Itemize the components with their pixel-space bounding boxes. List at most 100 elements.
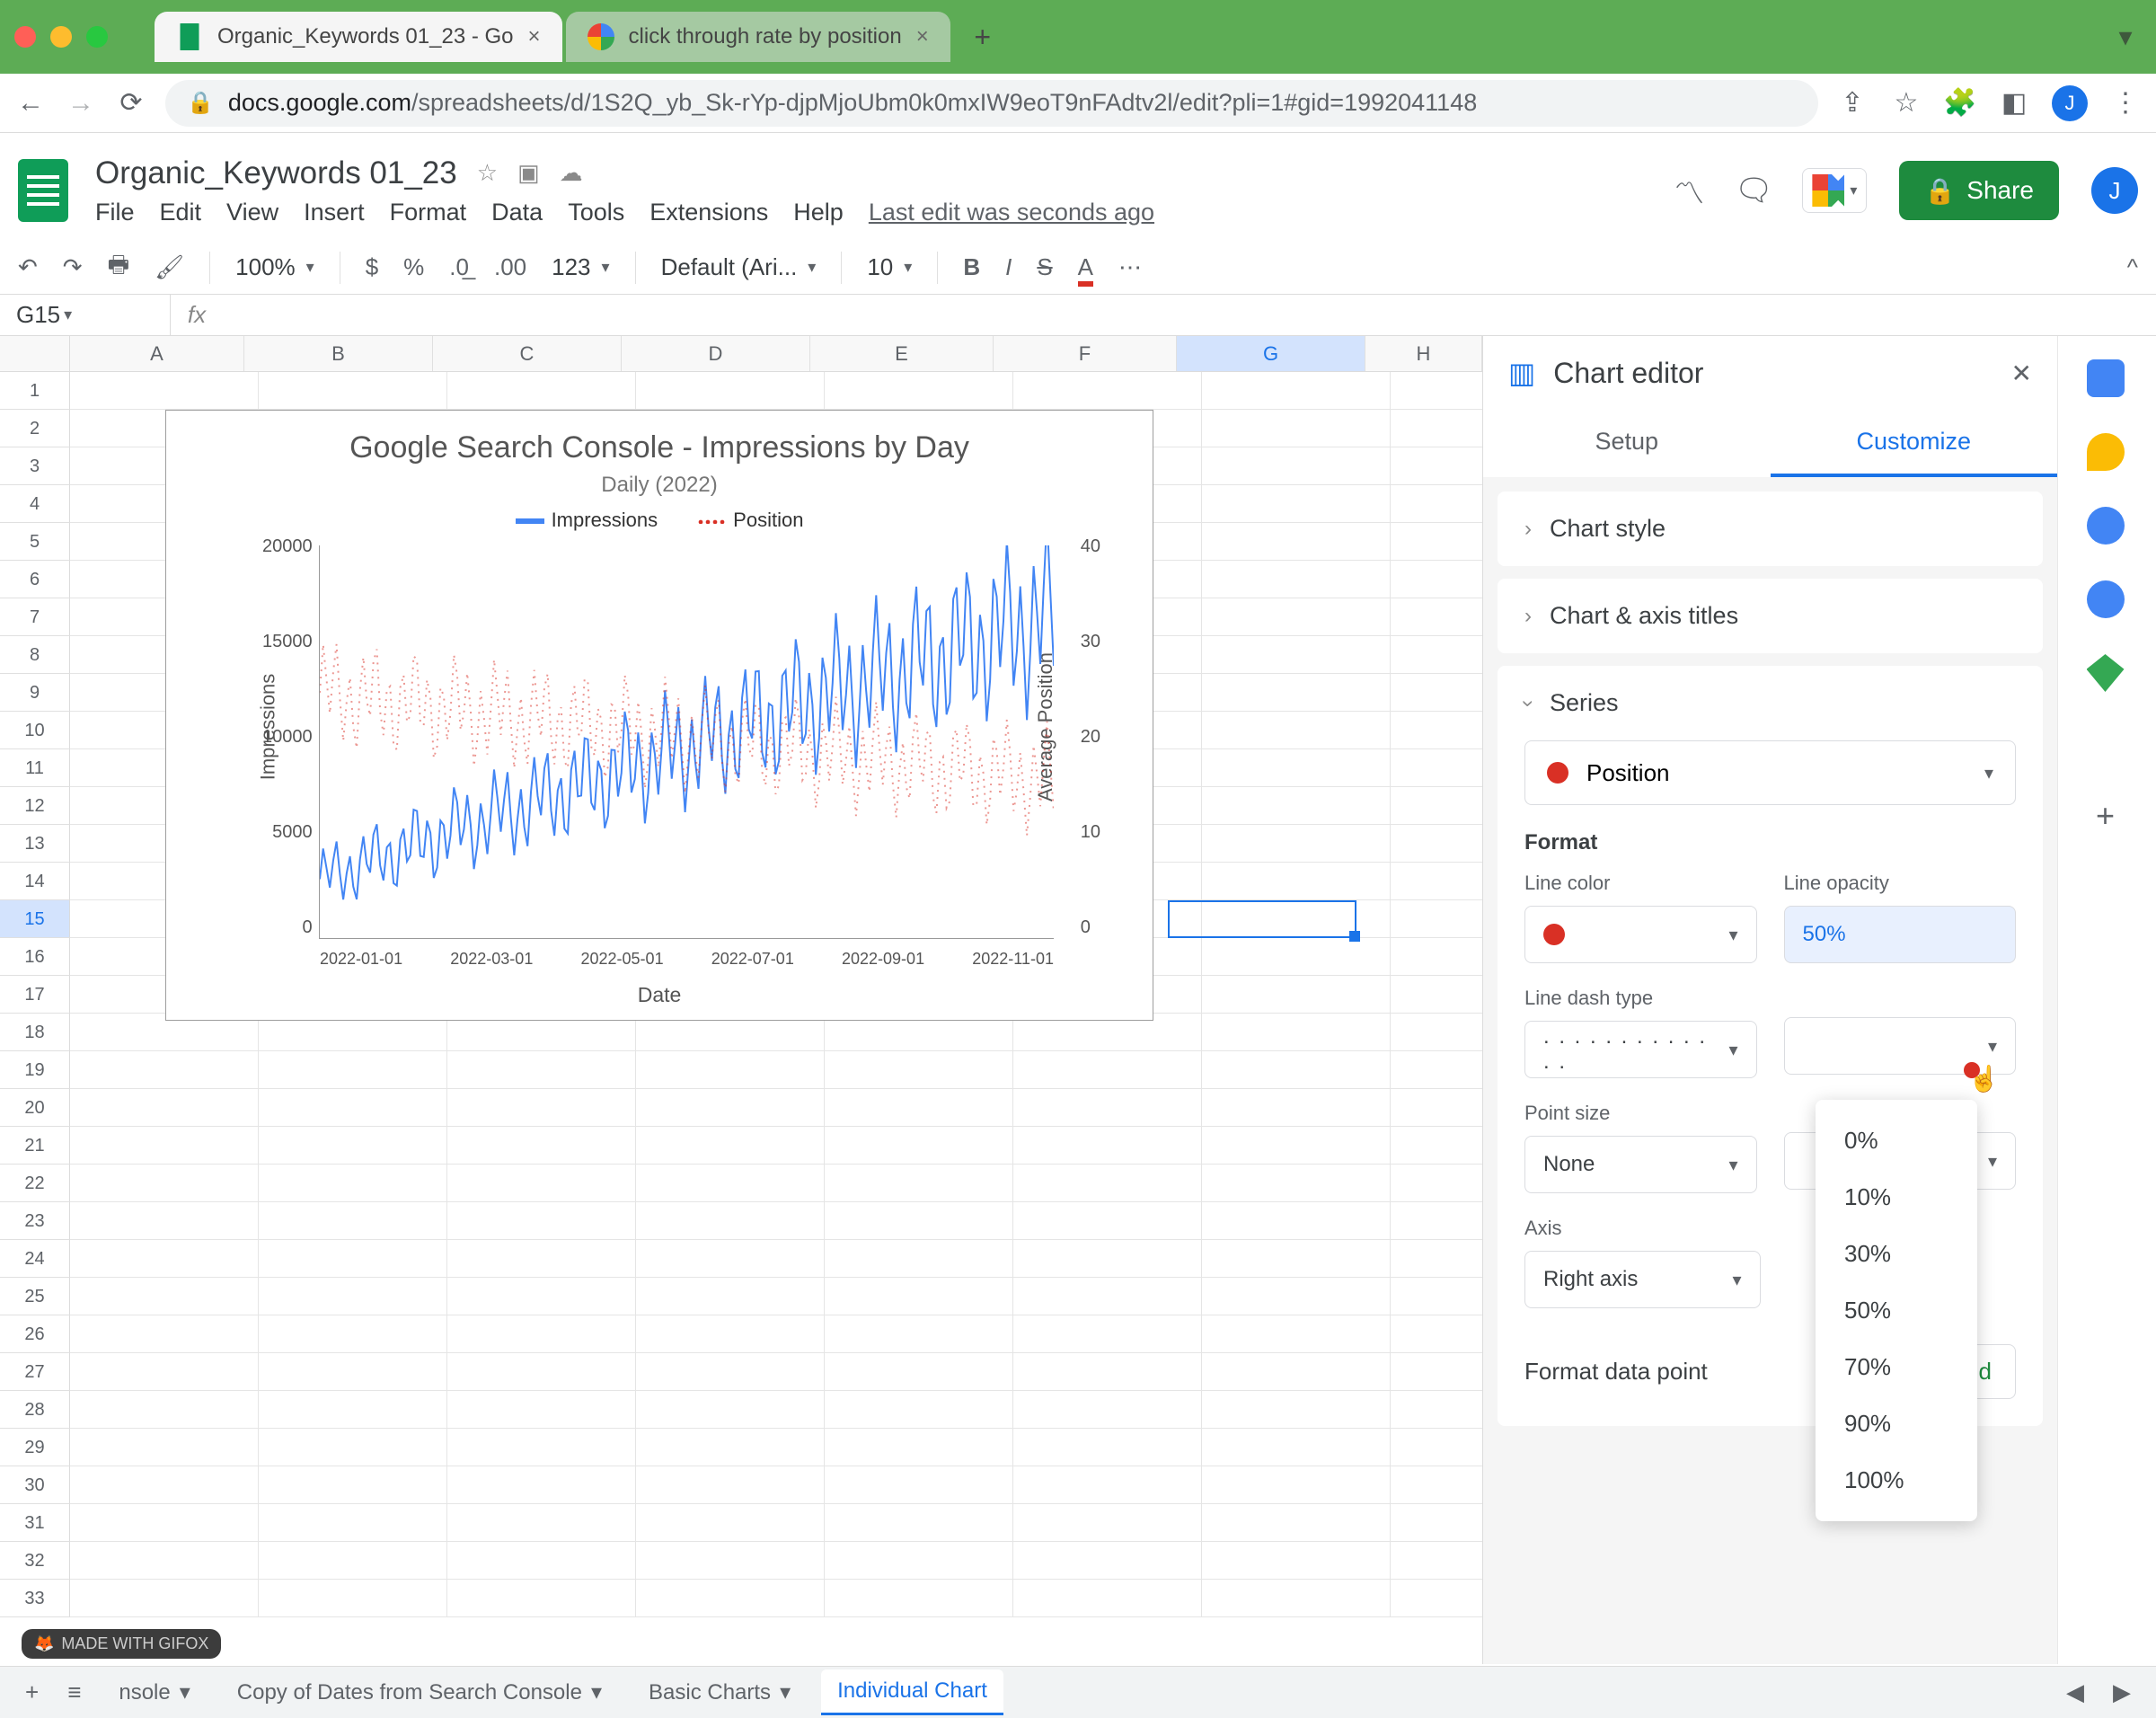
section-chart-style[interactable]: › Chart style [1498,491,2043,566]
row-header[interactable]: 21 [0,1127,70,1165]
keep-icon[interactable] [2087,433,2125,471]
axis-select[interactable]: Right axis ▾ [1524,1251,1761,1308]
forward-button[interactable]: → [65,87,97,120]
row-header[interactable]: 33 [0,1580,70,1617]
zoom-select[interactable]: 100% [235,253,314,281]
row-header[interactable]: 11 [0,749,70,787]
paint-format-button[interactable]: 🖌 [155,253,184,281]
add-sheet-button[interactable]: + [18,1678,46,1706]
row-header[interactable]: 13 [0,825,70,863]
row-header[interactable]: 5 [0,523,70,561]
opacity-option[interactable]: 30% [1816,1226,1977,1282]
col-header[interactable]: B [244,336,433,371]
row-header[interactable]: 10 [0,712,70,749]
row-header[interactable]: 16 [0,938,70,976]
cloud-icon[interactable]: ☁ [560,159,583,187]
new-tab-button[interactable]: + [965,19,1001,55]
line-thickness-select[interactable]: ▾ [1784,1017,2017,1075]
activity-icon[interactable]: 〽 [1673,174,1705,207]
row-header[interactable]: 3 [0,447,70,485]
opacity-option[interactable]: 10% [1816,1169,1977,1226]
sheet-tab[interactable]: Copy of Dates from Search Console▾ [221,1670,618,1714]
opacity-option[interactable]: 70% [1816,1339,1977,1395]
last-edit-link[interactable]: Last edit was seconds ago [869,199,1154,226]
col-header[interactable]: D [622,336,810,371]
col-header[interactable]: G [1177,336,1365,371]
kebab-icon[interactable]: ⋮ [2109,87,2142,120]
row-header[interactable]: 19 [0,1051,70,1089]
profile-avatar[interactable]: J [2052,85,2088,121]
maps-icon[interactable] [2087,654,2125,692]
italic-button[interactable]: I [1005,253,1012,281]
col-header[interactable]: E [810,336,994,371]
comments-icon[interactable]: 🗨 [1737,174,1770,207]
opacity-option[interactable]: 100% [1816,1452,1977,1509]
fill-handle-icon[interactable] [1349,931,1360,942]
tab-customize[interactable]: Customize [1771,410,2058,477]
section-series[interactable]: › Series [1498,666,2043,740]
sheet-tab[interactable]: nsole▾ [102,1670,206,1714]
sheet-tab[interactable]: Individual Chart [821,1669,1003,1715]
star-icon[interactable]: ☆ [477,159,498,187]
line-opacity-select[interactable]: 50% [1784,906,2017,963]
row-header[interactable]: 31 [0,1504,70,1542]
row-header[interactable]: 27 [0,1353,70,1391]
name-box[interactable]: G15 [0,295,171,335]
menu-file[interactable]: File [95,199,135,226]
extensions-icon[interactable]: 🧩 [1944,87,1976,120]
numformat-select[interactable]: 123 [552,253,609,281]
row-header[interactable]: 12 [0,787,70,825]
col-header[interactable]: C [433,336,622,371]
row-header[interactable]: 26 [0,1315,70,1353]
menu-tools[interactable]: Tools [568,199,624,226]
close-icon[interactable]: × [528,24,541,49]
menu-extensions[interactable]: Extensions [649,199,768,226]
meet-button[interactable]: ▾ [1802,168,1867,213]
row-header[interactable]: 28 [0,1391,70,1429]
row-header[interactable]: 2 [0,410,70,447]
row-header[interactable]: 25 [0,1278,70,1315]
address-bar[interactable]: 🔒 docs.google.com/spreadsheets/d/1S2Q_yb… [165,80,1818,127]
row-header[interactable]: 6 [0,561,70,598]
reload-button[interactable]: ⟳ [115,87,147,120]
row-header[interactable]: 8 [0,636,70,674]
back-button[interactable]: ← [14,87,47,120]
embedded-chart[interactable]: Google Search Console - Impressions by D… [165,410,1153,1021]
window-max-dot[interactable] [86,26,108,48]
all-sheets-button[interactable]: ≡ [60,1678,88,1706]
close-icon[interactable]: × [916,24,929,49]
move-icon[interactable]: ▣ [517,159,540,187]
opacity-option[interactable]: 50% [1816,1282,1977,1339]
text-color-button[interactable]: A [1078,253,1093,281]
col-header[interactable]: F [994,336,1177,371]
print-button[interactable]: 🖶 [108,248,130,288]
section-axis-titles[interactable]: › Chart & axis titles [1498,579,2043,653]
collapse-toolbar-button[interactable]: ^ [2127,253,2138,281]
cells-grid[interactable]: Google Search Console - Impressions by D… [70,372,1482,1617]
more-toolbar-button[interactable]: ⋯ [1118,253,1142,281]
share-button[interactable]: 🔒 Share [1899,161,2059,220]
doc-title[interactable]: Organic_Keywords 01_23 [95,155,457,191]
inc-decimal-button[interactable]: .00 [494,253,526,281]
undo-button[interactable]: ↶ [18,253,38,281]
line-dash-select[interactable]: . . . . . . . . . . . . . ▾ [1524,1021,1757,1078]
tasks-icon[interactable] [2087,507,2125,545]
tab-search[interactable]: click through rate by position × [566,12,950,62]
currency-button[interactable]: $ [366,253,378,281]
select-all-corner[interactable] [0,336,70,371]
col-header[interactable]: A [70,336,244,371]
menu-help[interactable]: Help [793,199,844,226]
row-header[interactable]: 29 [0,1429,70,1466]
formula-input[interactable] [223,295,2156,335]
add-addon-button[interactable]: + [2090,800,2122,832]
row-header[interactable]: 24 [0,1240,70,1278]
menu-data[interactable]: Data [491,199,543,226]
menu-view[interactable]: View [226,199,278,226]
window-close-dot[interactable] [14,26,36,48]
row-header[interactable]: 30 [0,1466,70,1504]
account-avatar[interactable]: J [2091,167,2138,214]
dec-decimal-button[interactable]: .0̲ [449,253,469,281]
sidepanel-icon[interactable]: ◧ [1998,87,2030,120]
row-header[interactable]: 20 [0,1089,70,1127]
row-header[interactable]: 17 [0,976,70,1014]
